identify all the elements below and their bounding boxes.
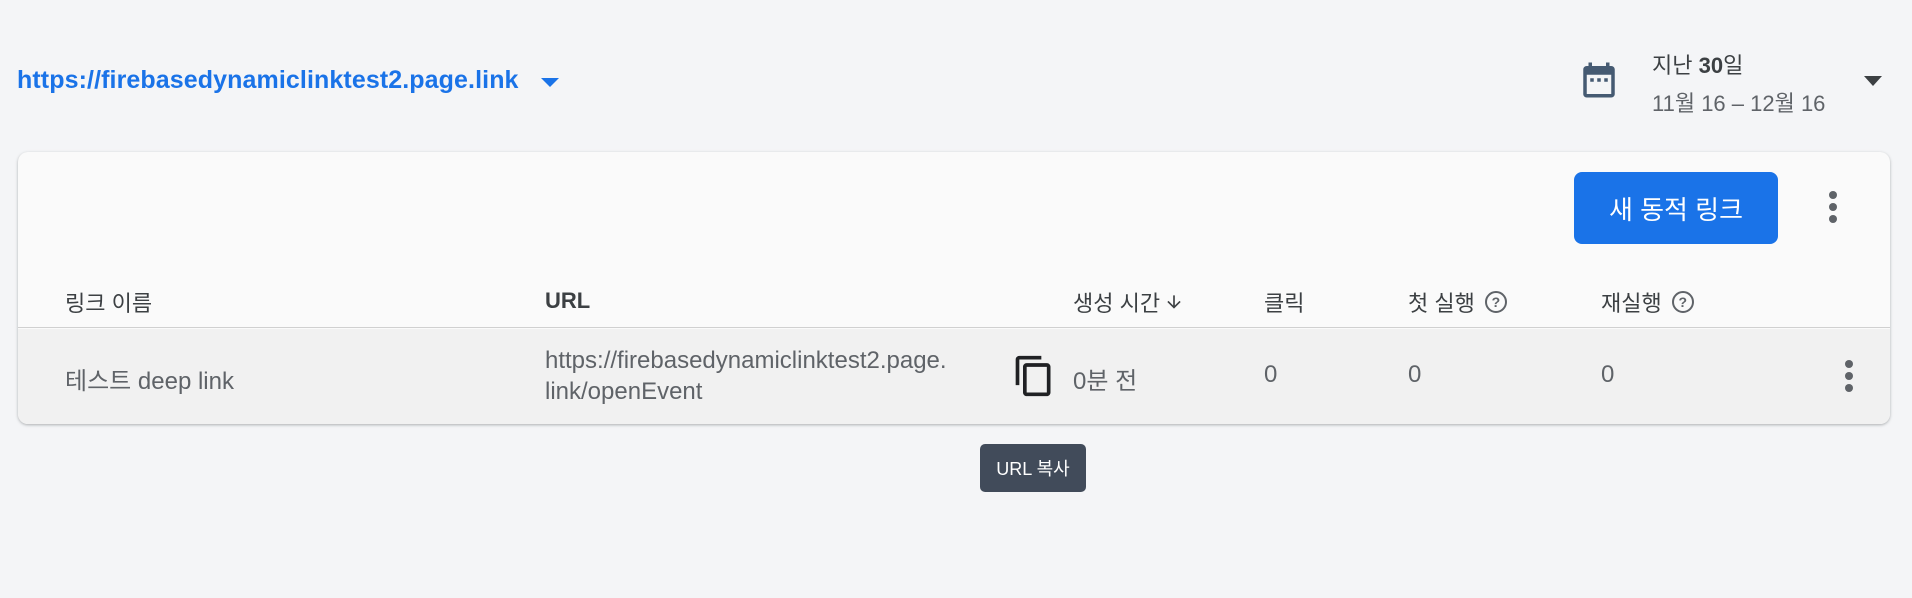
date-range-picker[interactable]: 지난 30일 11월 16 – 12월 16 bbox=[1572, 46, 1882, 116]
more-vert-icon[interactable] bbox=[1827, 188, 1839, 228]
table-header: 링크 이름 URL 생성 시간 클릭 첫 실행 ? 재실행 ? bbox=[18, 274, 1890, 328]
column-header-reopens[interactable]: 재실행 ? bbox=[1601, 286, 1694, 318]
date-range-value: 11월 16 – 12월 16 bbox=[1652, 91, 1826, 116]
arrow-down-icon bbox=[1167, 295, 1181, 309]
date-range-title: 지난 30일 bbox=[1652, 48, 1825, 80]
column-label: 첫 실행 bbox=[1408, 291, 1475, 316]
top-bar: https://firebasedynamiclinktest2.page.li… bbox=[0, 0, 1912, 150]
column-label: URL bbox=[545, 288, 591, 313]
date-title-number: 30 bbox=[1698, 53, 1724, 78]
dynamic-links-card: 새 동적 링크 링크 이름 URL 생성 시간 클릭 첫 실행 ? 재실행 ? … bbox=[18, 152, 1890, 424]
column-header-first-opens[interactable]: 첫 실행 ? bbox=[1408, 286, 1507, 318]
column-header-clicks[interactable]: 클릭 bbox=[1264, 286, 1304, 318]
created-cell: 0분 전 bbox=[1073, 368, 1138, 395]
url-line-2: link/openEvent bbox=[545, 378, 703, 405]
date-range-texts: 지난 30일 11월 16 – 12월 16 bbox=[1652, 48, 1825, 118]
domain-selector[interactable]: https://firebasedynamiclinktest2.page.li… bbox=[17, 66, 559, 95]
help-icon[interactable]: ? bbox=[1484, 291, 1507, 313]
copy-icon[interactable] bbox=[1012, 353, 1056, 399]
date-title-prefix: 지난 bbox=[1652, 53, 1699, 78]
column-label: 클릭 bbox=[1264, 291, 1305, 316]
clicks-cell: 0 bbox=[1264, 361, 1278, 388]
reopens-cell: 0 bbox=[1601, 361, 1615, 388]
column-header-created[interactable]: 생성 시간 bbox=[1073, 286, 1184, 318]
link-name-cell: 테스트 deep link bbox=[65, 368, 234, 395]
new-dynamic-link-button[interactable]: 새 동적 링크 bbox=[1574, 172, 1778, 244]
chevron-down-icon bbox=[1864, 76, 1882, 86]
first-opens-cell: 0 bbox=[1408, 361, 1422, 388]
url-cell: https://firebasedynamiclinktest2.page. l… bbox=[545, 345, 1015, 407]
copy-url-tooltip: URL 복사 bbox=[980, 444, 1086, 492]
more-vert-icon[interactable] bbox=[1843, 357, 1855, 397]
chevron-down-icon bbox=[540, 78, 559, 87]
column-header-url: URL bbox=[545, 288, 590, 314]
domain-selector-value: https://firebasedynamiclinktest2.page.li… bbox=[17, 66, 519, 94]
calendar-icon bbox=[1583, 62, 1615, 98]
date-title-suffix: 일 bbox=[1723, 53, 1744, 78]
help-icon[interactable]: ? bbox=[1671, 291, 1694, 313]
column-label: 생성 시간 bbox=[1073, 291, 1161, 316]
table-row[interactable]: 테스트 deep link https://firebasedynamiclin… bbox=[18, 329, 1890, 424]
url-line-1: https://firebasedynamiclinktest2.page. bbox=[545, 347, 947, 374]
column-header-link-name[interactable]: 링크 이름 bbox=[65, 286, 152, 318]
column-label: 재실행 bbox=[1601, 291, 1662, 316]
column-label: 링크 이름 bbox=[65, 291, 153, 316]
